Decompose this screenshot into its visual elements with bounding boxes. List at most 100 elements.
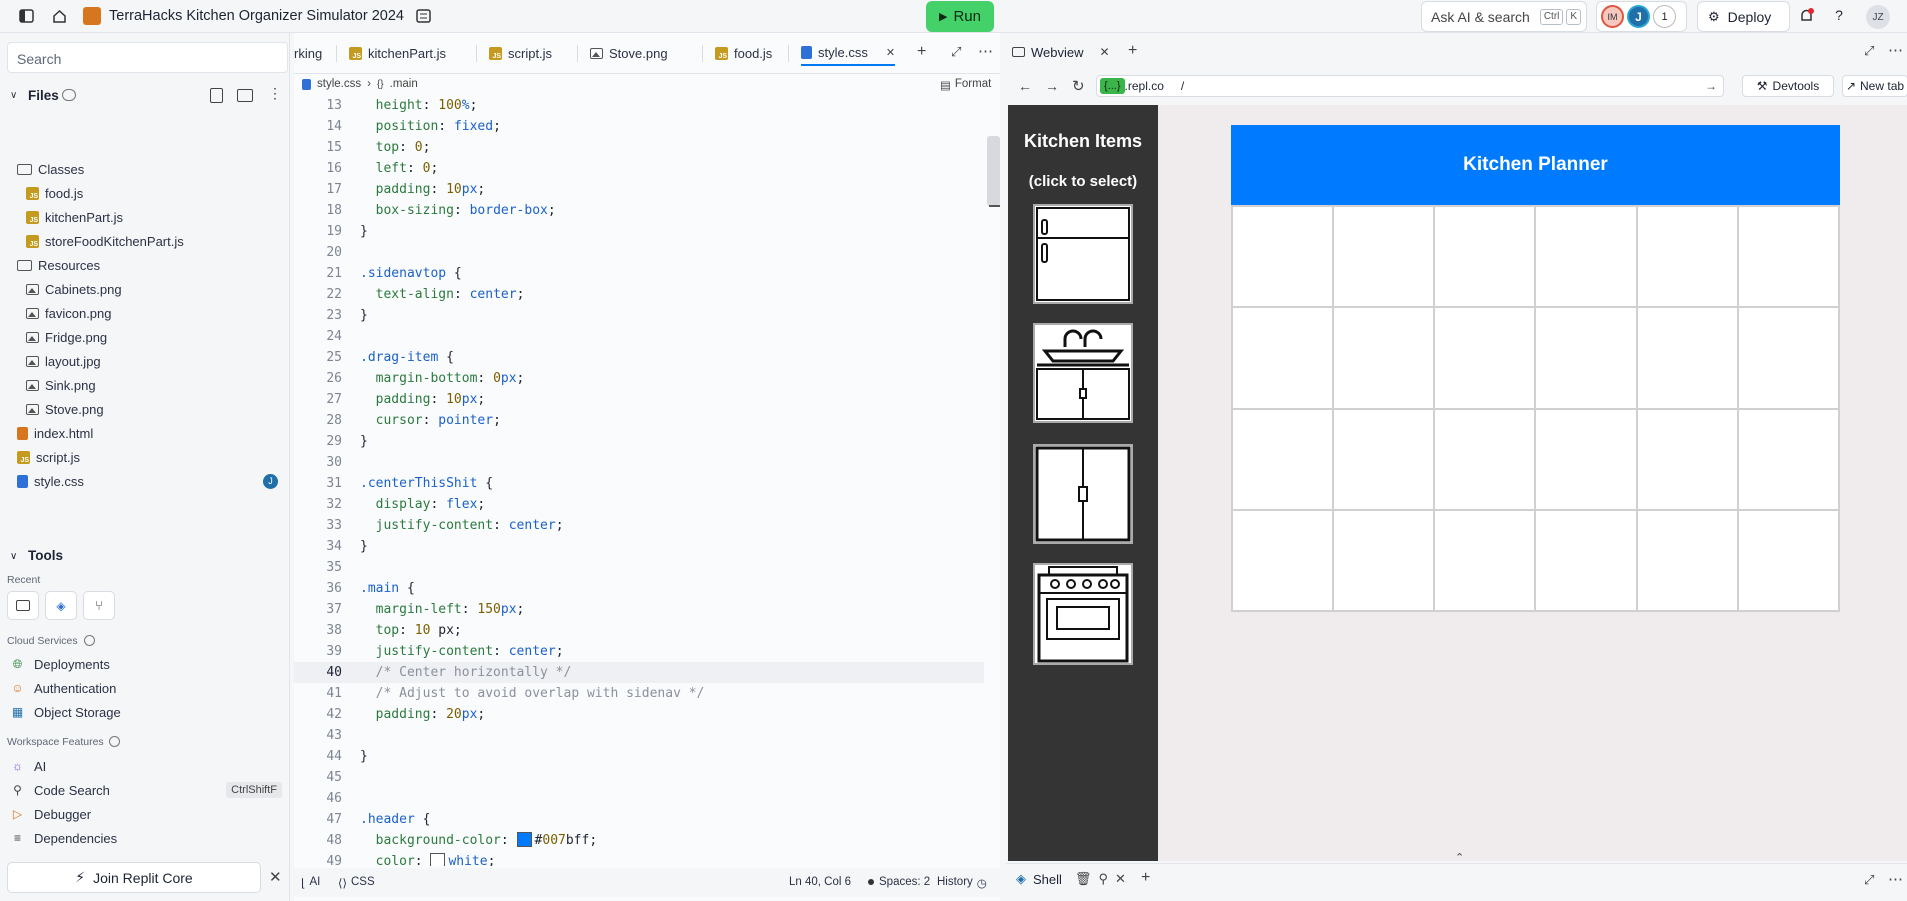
devtools-button[interactable]: ⚒ Devtools [1742,75,1834,97]
grid-cell[interactable] [1737,408,1839,510]
grid-cell[interactable] [1333,307,1435,409]
grid-cell[interactable] [1232,408,1334,510]
ask-ai-search-button[interactable]: Ask AI & search Ctrl K [1421,1,1587,32]
debugger-item[interactable]: ▷ Debugger [10,804,91,824]
grid-cell[interactable] [1434,206,1536,308]
code-line[interactable]: 14 position: fixed; [294,116,984,137]
code-line[interactable]: 28 cursor: pointer; [294,410,984,431]
user-avatar[interactable]: JZ [1866,5,1890,29]
editor-tab[interactable]: JS food.js [715,40,772,66]
code-line[interactable]: 32 display: flex; [294,494,984,515]
grid-cell[interactable] [1535,307,1637,409]
deployments-item[interactable]: 🌐︎ Deployments [10,654,110,674]
close-tab-icon[interactable]: ✕ [886,46,895,59]
grid-cell[interactable] [1434,509,1536,611]
object-storage-item[interactable]: ▦ Object Storage [10,702,121,722]
webview-tab[interactable]: Webview ✕ [1012,41,1110,63]
grid-cell[interactable] [1636,307,1738,409]
editor-scrollbar-thumb[interactable] [987,136,1000,206]
files-collapse-chevron-icon[interactable]: ∨ [10,90,17,101]
code-line[interactable]: 18 box-sizing: border-box; [294,200,984,221]
code-line[interactable]: 40 /* Center horizontally */ [294,662,984,683]
project-title[interactable]: TerraHacks Kitchen Organizer Simulator 2… [109,8,404,24]
code-line[interactable]: 22 text-align: center; [294,284,984,305]
back-arrow-icon[interactable]: ← [1018,78,1032,94]
dismiss-join-close-icon[interactable]: ✕ [269,868,282,886]
code-line[interactable]: 13 height: 100%; [294,98,984,116]
grid-cell[interactable] [1333,206,1435,308]
code-search-item[interactable]: ⚲ Code Search CtrlShiftF [10,780,282,800]
shell-tab[interactable]: ◈ Shell 🗑︎ ⚲ ✕ [1016,871,1126,887]
grid-cell[interactable] [1535,408,1637,510]
code-line[interactable]: 15 top: 0; [294,137,984,158]
code-line[interactable]: 35 [294,557,984,578]
code-line[interactable]: 20 [294,242,984,263]
grid-cell[interactable] [1737,509,1839,611]
breadcrumb-file[interactable]: style.css [317,78,361,90]
status-language[interactable]: ⟨⟩ CSS [338,876,375,890]
code-line[interactable]: 33 justify-content: center; [294,515,984,536]
code-line[interactable]: 49 color: white; [294,851,984,866]
code-line[interactable]: 30 [294,452,984,473]
grid-cell[interactable] [1636,408,1738,510]
code-line[interactable]: 24 [294,326,984,347]
code-line[interactable]: 45 [294,767,984,788]
grid-cell[interactable] [1737,206,1839,308]
webview-maximize-icon[interactable]: ⤢ [1864,43,1874,59]
new-folder-icon[interactable] [237,89,253,102]
home-icon[interactable] [51,8,67,24]
code-line[interactable]: 36 .main { [294,578,984,599]
shell-search-icon[interactable]: ⚲ [1098,871,1108,887]
tools-collapse-chevron-icon[interactable]: ∨ [10,551,17,562]
shell-more-icon[interactable]: ⋯ [1888,870,1903,888]
forward-arrow-icon[interactable]: → [1045,78,1059,94]
maximize-icon[interactable]: ⤢ [951,44,961,60]
new-pane-tab-plus-icon[interactable]: + [1128,42,1137,60]
code-area[interactable]: 13 height: 100%; 14 position: fixed; 15 to… [294,98,994,866]
code-line[interactable]: 41 /* Adjust to avoid overlap with siden… [294,683,984,704]
authentication-item[interactable]: ☺ Authentication [10,678,116,698]
file-tree-item[interactable]: Resources [17,254,288,276]
workspace-features-info-icon[interactable] [109,736,120,747]
run-button[interactable]: ▶ Run [926,1,994,32]
code-line[interactable]: 47 .header { [294,809,984,830]
project-menu-icon[interactable] [415,8,431,24]
tool-git-button[interactable]: ⑂ [83,591,115,620]
url-bar[interactable]: {...} .repl.co / → [1096,75,1724,97]
webview-more-icon[interactable]: ⋯ [1888,41,1903,59]
cloud-services-info-icon[interactable] [84,635,95,646]
file-tree-item[interactable]: style.css J [17,470,288,492]
grid-cell[interactable] [1636,509,1738,611]
sink-item[interactable] [1033,323,1133,423]
code-line[interactable]: 43 [294,725,984,746]
breadcrumb-selector[interactable]: .main [390,78,418,90]
grid-cell[interactable] [1434,307,1536,409]
cabinets-item[interactable] [1033,444,1133,544]
files-heading[interactable]: Files [28,88,59,103]
new-tab-plus-icon[interactable]: + [917,43,926,61]
file-tree-item[interactable]: Fridge.png [26,326,288,348]
code-line[interactable]: 31 .centerThisShit { [294,473,984,494]
file-tree-item[interactable]: JS storeFoodKitchenPart.js [26,230,288,252]
join-replit-core-button[interactable]: ⚡︎ Join Replit Core [7,862,261,893]
file-tree-item[interactable]: JS kitchenPart.js [26,206,288,228]
file-tree-item[interactable]: JS script.js [17,446,288,468]
new-file-icon[interactable] [210,88,223,103]
shell-maximize-icon[interactable]: ⤢ [1864,872,1874,888]
grid-cell[interactable] [1232,307,1334,409]
grid-cell[interactable] [1333,509,1435,611]
code-line[interactable]: 46 [294,788,984,809]
close-shell-tab-icon[interactable]: ✕ [1115,871,1126,887]
grid-cell[interactable] [1232,206,1334,308]
file-tree-item[interactable]: layout.jpg [26,350,288,372]
shell-new-tab-plus-icon[interactable]: + [1141,869,1150,887]
editor-tab[interactable]: style.css ✕ [801,40,896,66]
code-line[interactable]: 39 justify-content: center; [294,641,984,662]
code-line[interactable]: 21 .sidenavtop { [294,263,984,284]
editor-tab[interactable]: rking [294,40,322,66]
code-line[interactable]: 38 top: 10 px; [294,620,984,641]
code-line[interactable]: 17 padding: 10px; [294,179,984,200]
code-line[interactable]: 37 margin-left: 150px; [294,599,984,620]
code-line[interactable]: 42 padding: 20px; [294,704,984,725]
code-line[interactable]: 23} [294,305,984,326]
